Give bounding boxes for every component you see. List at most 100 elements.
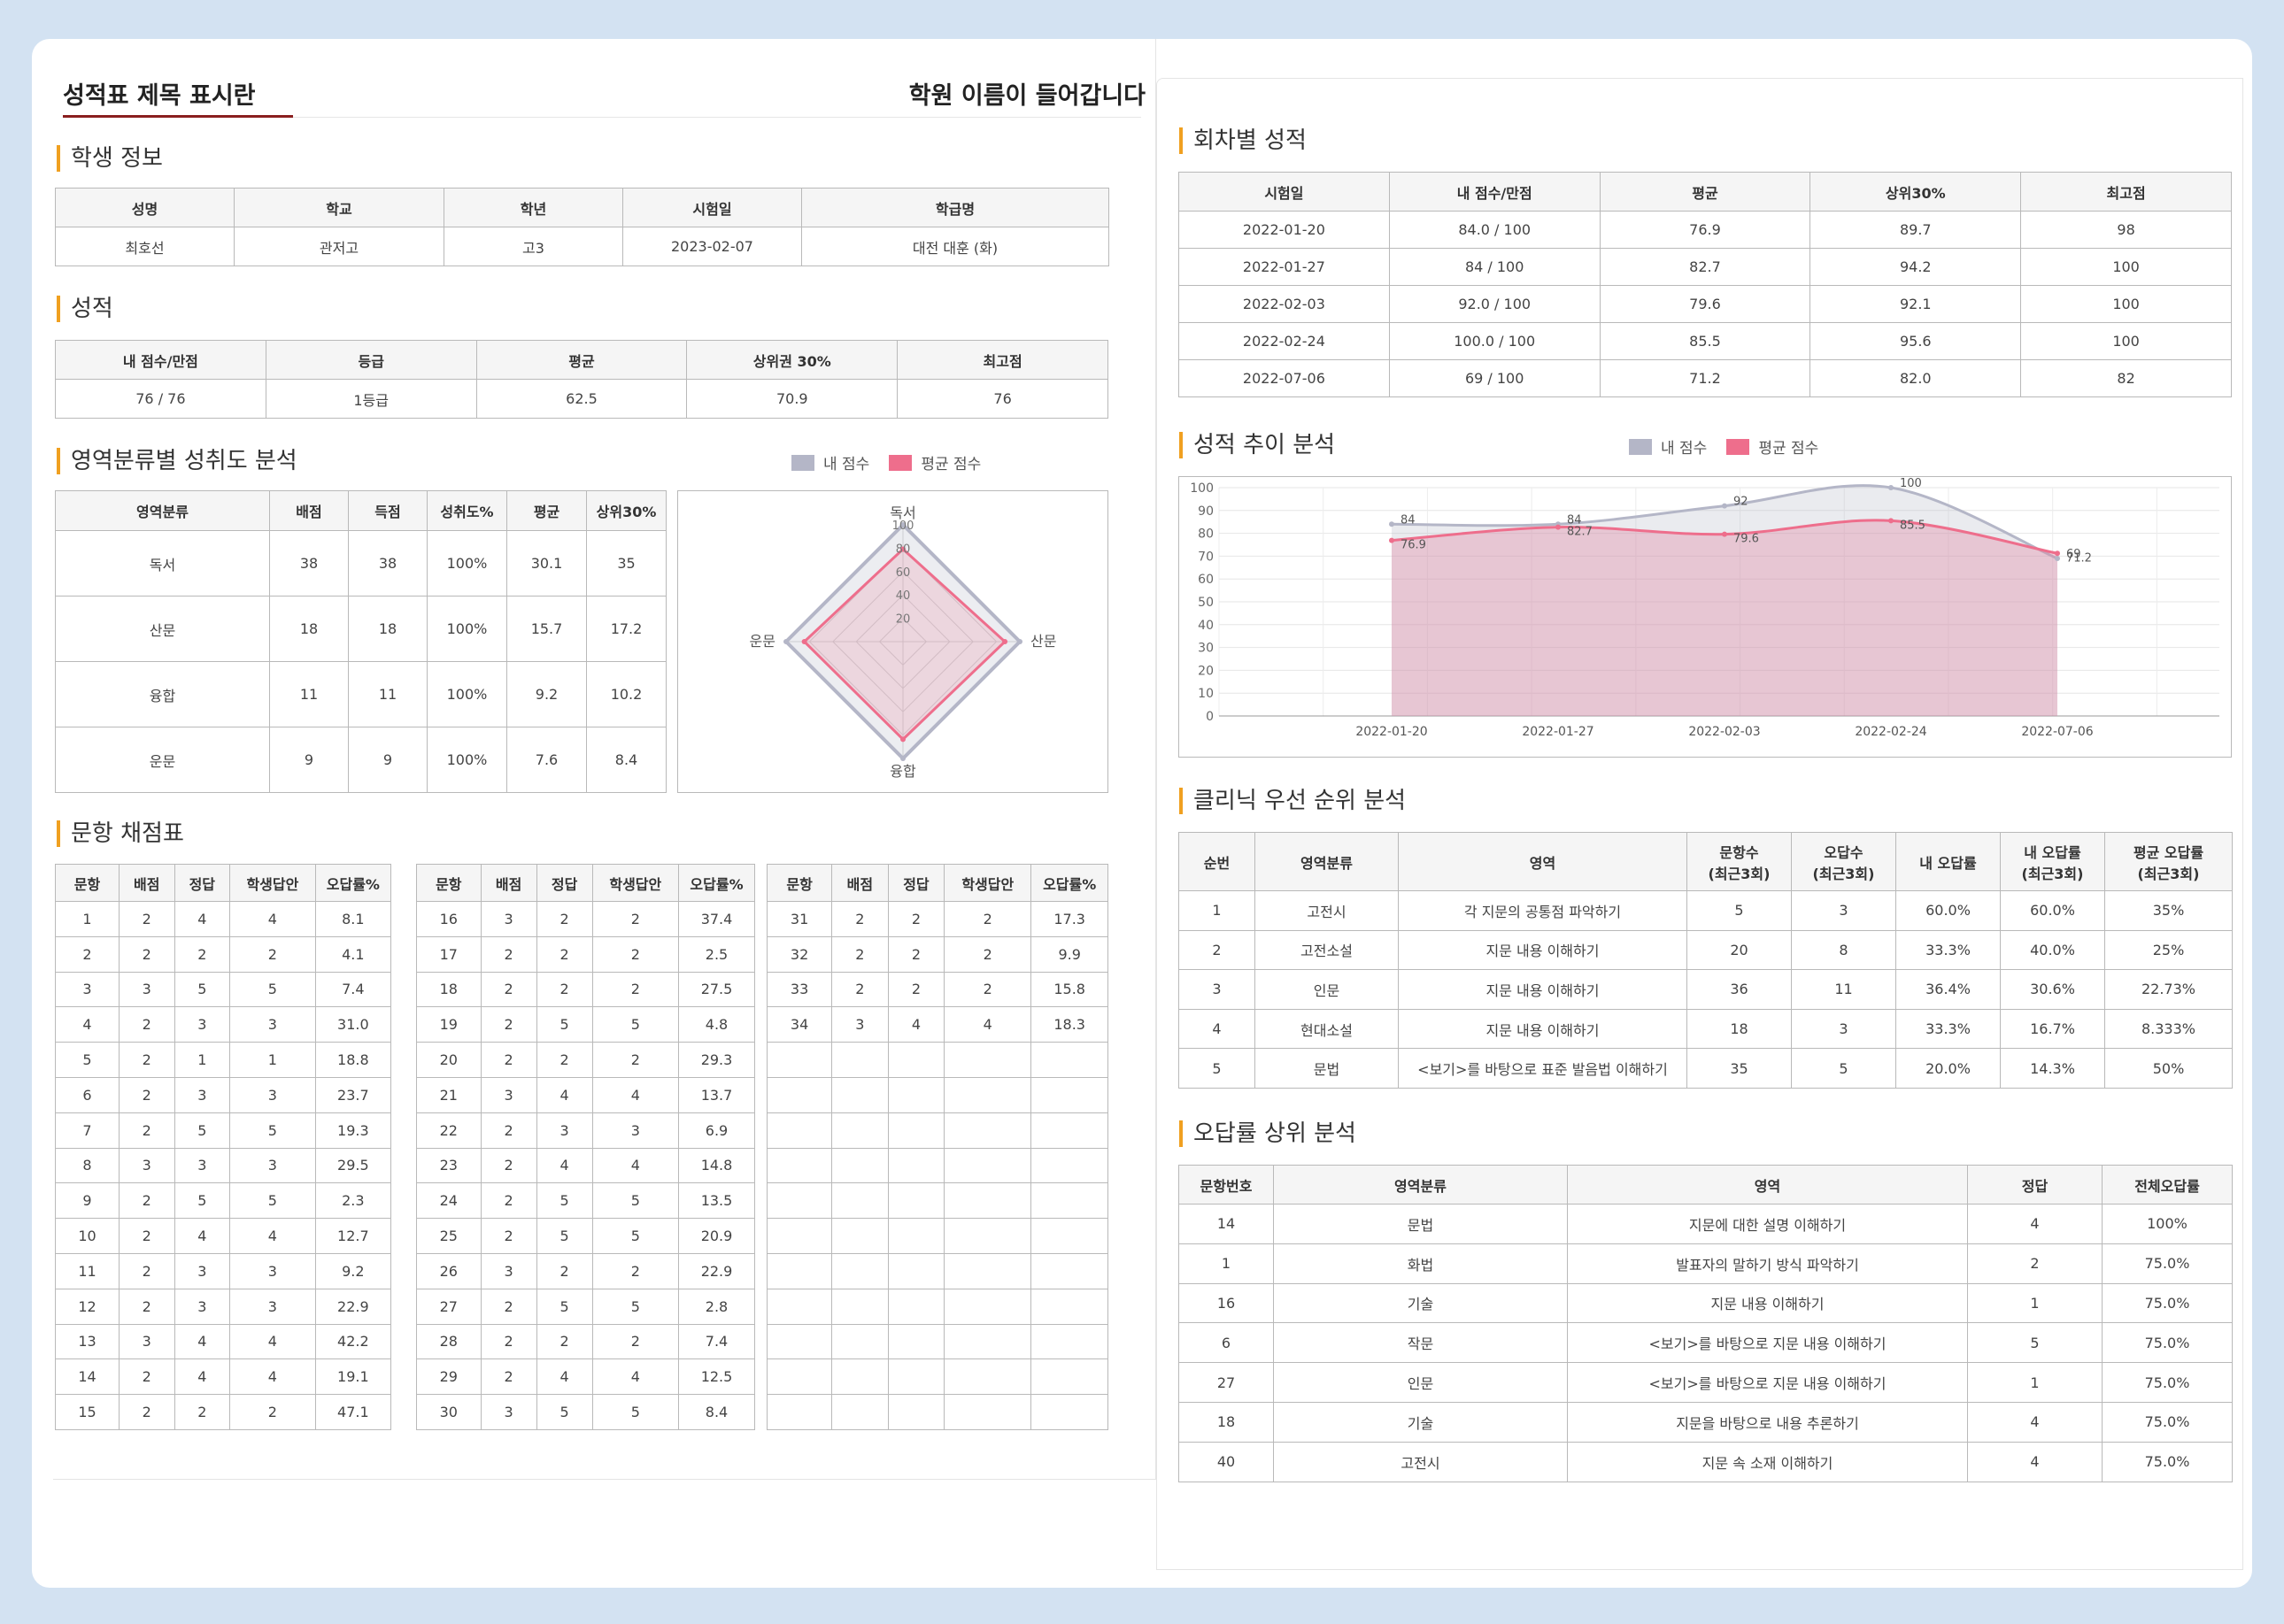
area-cell: 100% xyxy=(427,530,507,596)
radar-point-avg xyxy=(900,736,906,743)
clinic-cell: 36 xyxy=(1686,969,1792,1010)
table-row: 2022-07-06 69 / 100 71.2 82.0 82 xyxy=(1178,359,2232,397)
grading-cell: 29.5 xyxy=(314,1147,392,1184)
section-title-clinic: 클리닉 우선 순위 분석 xyxy=(1179,788,1406,814)
grading-cell xyxy=(887,1252,945,1289)
clinic-cell: 18 xyxy=(1686,1008,1792,1050)
grading-cell: 5 xyxy=(591,1182,680,1220)
grading-cell: 2 xyxy=(229,935,316,973)
grading-cell xyxy=(831,1147,889,1184)
radar-tick-label: 20 xyxy=(896,613,911,627)
area-header-1: 배점 xyxy=(269,490,349,531)
clinic-cell: 25% xyxy=(2104,929,2233,971)
grading-cell xyxy=(831,1288,889,1325)
grading-cell: 8 xyxy=(55,1147,120,1184)
radar-axis-label: 독서 xyxy=(890,504,915,521)
grading-cell xyxy=(887,1218,945,1254)
trend-y-tick-label: 70 xyxy=(1198,550,1214,564)
grading-cell: 19.1 xyxy=(314,1358,392,1396)
rounds-header-2: 평균 xyxy=(1599,172,1811,212)
area-cell: 독서 xyxy=(55,530,270,596)
table-row xyxy=(766,1042,1108,1078)
grading-cell: 2 xyxy=(591,1323,680,1360)
wrong-cell: 지문 내용 이해하기 xyxy=(1567,1282,1968,1324)
grading-cell: 5 xyxy=(229,1182,316,1220)
wrong-cell: 고전시 xyxy=(1273,1441,1568,1482)
page-title: 성적표 제목 표시란 xyxy=(63,82,256,110)
wrong-header-3: 정답 xyxy=(1967,1165,2103,1205)
student-cell-1: 관저고 xyxy=(234,227,444,266)
grading-cell: 4 xyxy=(174,1218,231,1254)
grading-cell xyxy=(766,1394,833,1430)
grading-cell xyxy=(1030,1394,1108,1430)
score-header-1: 등급 xyxy=(265,340,477,380)
grading-cell: 13.7 xyxy=(678,1076,755,1113)
clinic-header-4: 오답수 (최근3회) xyxy=(1791,832,1896,891)
grading-cell xyxy=(1030,1358,1108,1396)
wrong-cell: 화법 xyxy=(1273,1243,1568,1284)
clinic-cell: 2 xyxy=(1178,929,1255,971)
grading-cell: 2 xyxy=(944,935,1032,973)
grading-cell: 2 xyxy=(480,1112,537,1149)
clinic-header-1: 영역분류 xyxy=(1254,832,1399,891)
clinic-cell: 8 xyxy=(1791,929,1896,971)
radar-legend: 내 점수 평균 점수 xyxy=(791,451,981,473)
grading-cell: 3 xyxy=(480,1252,537,1289)
clinic-cell: 36.4% xyxy=(1895,969,2001,1010)
grading-cell xyxy=(766,1323,833,1360)
grading-cell: 4 xyxy=(174,1323,231,1360)
grading-cell: 3 xyxy=(119,1323,175,1360)
table-row: 16 3 2 2 37.4 xyxy=(416,901,755,937)
grading-cell: 11 xyxy=(55,1252,120,1289)
table-row: 4 현대소설 지문 내용 이해하기 18 3 33.3% 16.7% 8.333% xyxy=(1178,1008,2233,1050)
grading-cell: 7.4 xyxy=(314,971,392,1008)
grading-cell: 27 xyxy=(416,1288,482,1325)
rounds-header-1: 내 점수/만점 xyxy=(1388,172,1601,212)
wrong-header-4: 전체오답률 xyxy=(2102,1165,2233,1205)
grading-table-2: 문항 배점 정답 학생답안 오답률% 16 3 2 2 37.4 17 2 2 2 2.5 18 2 2 2 27.5… xyxy=(416,864,755,1430)
grading-cell xyxy=(887,1112,945,1149)
area-cell: 38 xyxy=(348,530,428,596)
rounds-cell: 98 xyxy=(2020,211,2232,249)
area-analysis-table: 영역분류 배점 득점 성취도% 평균 상위30% 독서 38 38 100% 30.1 35 산문 18… xyxy=(55,490,667,793)
grading-cell: 9.2 xyxy=(314,1252,392,1289)
grading-cell: 2 xyxy=(480,1323,537,1360)
rounds-cell: 82.0 xyxy=(1809,359,2022,397)
clinic-table: 순번 영역분류 영역 문항수 (최근3회) 오답수 (최근3회) 내 오답률 내 오답률 (… xyxy=(1178,832,2233,1089)
grading-cell xyxy=(1030,1042,1108,1078)
wrong-cell: 18 xyxy=(1178,1401,1274,1443)
radar-point-avg xyxy=(1002,639,1008,644)
grading-cell xyxy=(1030,1147,1108,1184)
table-row: 16 기술 지문 내용 이해하기 1 75.0% xyxy=(1178,1282,2233,1324)
grading-cell: 5 xyxy=(536,1288,593,1325)
grading-header-3: 학생답안 xyxy=(591,864,680,902)
table-row: 19 2 5 5 4.8 xyxy=(416,1006,755,1043)
grading-cell xyxy=(831,1358,889,1396)
rounds-cell: 94.2 xyxy=(1809,248,2022,286)
wrong-cell: 기술 xyxy=(1273,1401,1568,1443)
rounds-cell: 92.1 xyxy=(1809,285,2022,323)
grading-cell: 5 xyxy=(174,1182,231,1220)
grading-cell: 19.3 xyxy=(314,1112,392,1149)
grading-cell: 9.9 xyxy=(1030,935,1108,973)
clinic-cell: 20 xyxy=(1686,929,1792,971)
table-row: 14 2 4 4 19.1 xyxy=(55,1358,392,1396)
clinic-cell: 35% xyxy=(2104,890,2233,931)
table-row: 5 문법 <보기>를 바탕으로 표준 발음법 이해하기 35 5 20.0% 14.3% 50… xyxy=(1178,1048,2233,1089)
wrong-cell: 4 xyxy=(1967,1204,2103,1244)
grading-cell xyxy=(1030,1112,1108,1149)
wrong-cell: 지문에 대한 설명 이해하기 xyxy=(1567,1204,1968,1244)
clinic-cell: 60.0% xyxy=(2000,890,2105,931)
area-header-0: 영역분류 xyxy=(55,490,270,531)
grading-header-1: 배점 xyxy=(119,864,175,902)
grading-cell: 4 xyxy=(591,1358,680,1396)
rounds-cell: 2022-01-27 xyxy=(1178,248,1390,286)
grading-cell: 2 xyxy=(536,935,593,973)
rounds-cell: 100 xyxy=(2020,248,2232,286)
grading-cell: 2 xyxy=(591,971,680,1008)
clinic-cell: 인문 xyxy=(1254,969,1399,1010)
grading-cell: 31 xyxy=(766,901,833,937)
grading-cell: 2 xyxy=(536,901,593,937)
table-row: 3 인문 지문 내용 이해하기 36 11 36.4% 30.6% 22.73% xyxy=(1178,969,2233,1010)
table-row: 2 고전소설 지문 내용 이해하기 20 8 33.3% 40.0% 25% xyxy=(1178,929,2233,971)
